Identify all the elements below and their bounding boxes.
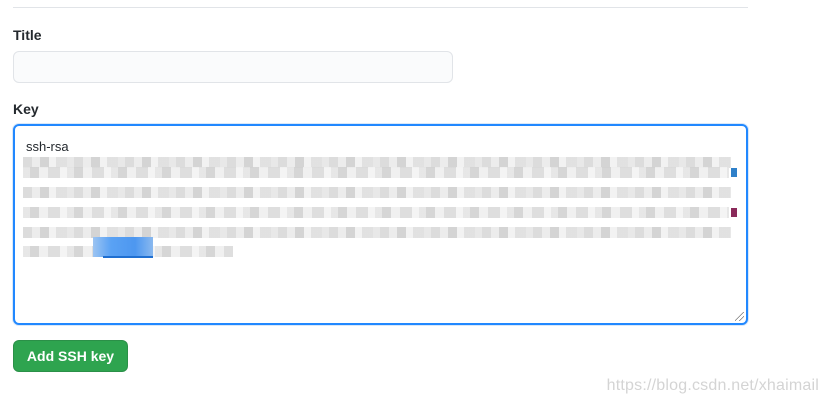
redacted-key-line — [23, 207, 729, 218]
key-label: Key — [13, 101, 39, 117]
key-textarea[interactable]: ssh-rsa — [13, 124, 748, 325]
resize-handle-icon[interactable] — [735, 312, 744, 321]
section-divider — [13, 7, 748, 8]
watermark-text: https://blog.csdn.net/xhaimail — [606, 377, 819, 394]
add-ssh-key-button[interactable]: Add SSH key — [13, 340, 128, 372]
ssh-key-form-page: Title Key ssh-rsa Add SSH key https://bl… — [0, 0, 827, 406]
redacted-selection-underline — [103, 256, 153, 258]
title-input[interactable] — [13, 51, 453, 83]
redacted-key-line — [23, 167, 729, 178]
redacted-key-fragment — [731, 208, 737, 217]
redacted-key-line — [23, 187, 731, 198]
title-label: Title — [13, 27, 42, 43]
redacted-key-fragment — [731, 168, 737, 177]
redacted-selection-highlight — [93, 237, 153, 257]
key-prefix-text: ssh-rsa — [26, 139, 69, 154]
